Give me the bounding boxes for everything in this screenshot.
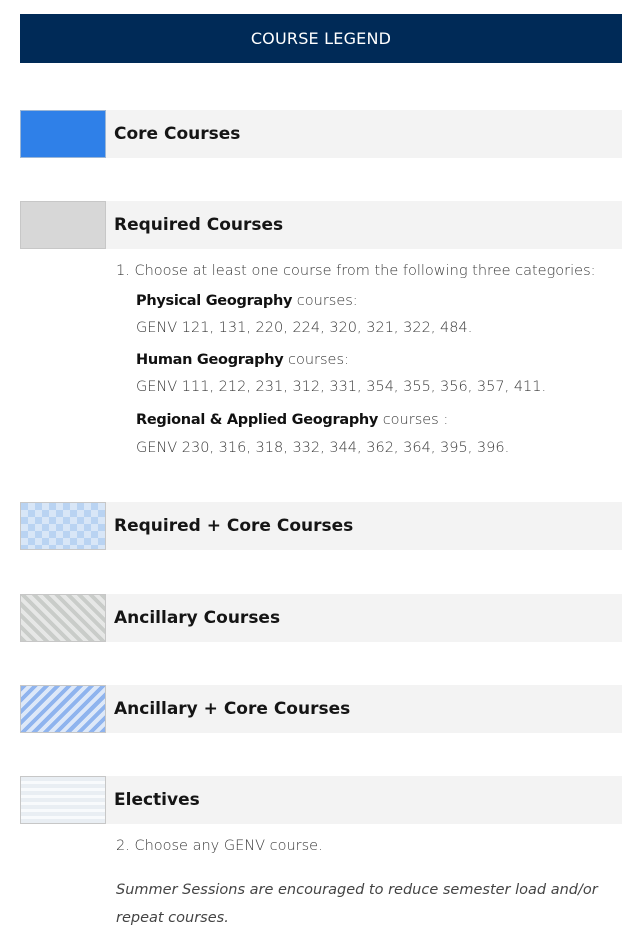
legend-row-core: Core Courses xyxy=(20,110,622,158)
human-geography-suffix: courses: xyxy=(283,352,349,368)
required-label-box: Required Courses xyxy=(106,201,622,249)
electives-note: 2. Choose any GENV course. xyxy=(116,838,323,854)
physical-geography-line: Physical Geography courses: xyxy=(136,293,358,309)
legend-row-required-core: Required + Core Courses xyxy=(20,502,622,550)
legend-title: COURSE LEGEND xyxy=(250,29,392,48)
legend-row-ancillary: Ancillary Courses xyxy=(20,594,622,642)
required-core-swatch xyxy=(20,502,106,550)
human-geography-line: Human Geography courses: xyxy=(136,352,349,368)
regional-geography-suffix: courses : xyxy=(378,412,449,428)
ancillary-label-box: Ancillary Courses xyxy=(106,594,622,642)
required-core-label-box: Required + Core Courses xyxy=(106,502,622,550)
physical-geography-title: Physical Geography xyxy=(136,293,293,309)
regional-geography-line: Regional & Applied Geography courses : xyxy=(136,412,448,428)
core-label: Core Courses xyxy=(114,124,241,144)
electives-label: Electives xyxy=(114,790,200,810)
core-swatch xyxy=(20,110,106,158)
legend-row-ancillary-core: Ancillary + Core Courses xyxy=(20,685,622,733)
summer-note-line1: Summer Sessions are encouraged to reduce… xyxy=(116,882,598,898)
core-label-box: Core Courses xyxy=(106,110,622,158)
required-intro: 1. Choose at least one course from the f… xyxy=(116,263,596,279)
human-geography-courses: GENV 111, 212, 231, 312, 331, 354, 355, … xyxy=(136,379,547,395)
regional-geography-courses: GENV 230, 316, 318, 332, 344, 362, 364, … xyxy=(136,440,510,456)
regional-geography-title: Regional & Applied Geography xyxy=(136,412,379,428)
physical-geography-courses: GENV 121, 131, 220, 224, 320, 321, 322, … xyxy=(136,320,473,336)
required-swatch xyxy=(20,201,106,249)
ancillary-core-label: Ancillary + Core Courses xyxy=(114,699,351,719)
electives-label-box: Electives xyxy=(106,776,622,824)
ancillary-core-label-box: Ancillary + Core Courses xyxy=(106,685,622,733)
legend-row-electives: Electives xyxy=(20,776,622,824)
ancillary-core-swatch xyxy=(20,685,106,733)
ancillary-label: Ancillary Courses xyxy=(114,608,281,628)
legend-row-required: Required Courses xyxy=(20,201,622,249)
required-label: Required Courses xyxy=(114,215,284,235)
physical-geography-suffix: courses: xyxy=(292,293,358,309)
summer-note-line2: repeat courses. xyxy=(116,910,229,926)
required-core-label: Required + Core Courses xyxy=(114,516,354,536)
electives-swatch xyxy=(20,776,106,824)
human-geography-title: Human Geography xyxy=(136,352,284,368)
legend-header: COURSE LEGEND xyxy=(20,14,622,63)
ancillary-swatch xyxy=(20,594,106,642)
